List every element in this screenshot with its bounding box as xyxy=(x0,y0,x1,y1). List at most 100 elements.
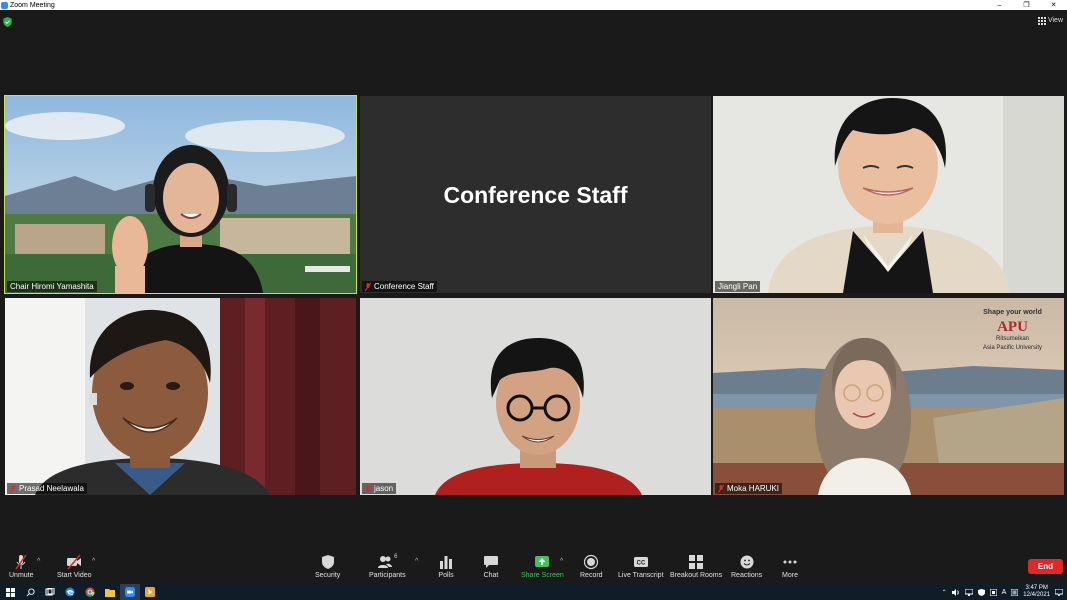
chat-button[interactable]: Chat xyxy=(483,554,499,579)
taskbar-clock[interactable]: 3:47 PM 12/4/2021 xyxy=(1023,585,1050,599)
participant-name-tag: Conference Staff xyxy=(362,281,437,292)
start-video-button[interactable]: Start Video xyxy=(57,554,92,579)
participant-name: jason xyxy=(374,484,394,493)
view-label: View xyxy=(1047,17,1063,24)
encryption-shield-icon[interactable] xyxy=(3,17,12,27)
participant-name-tag: Prasad Neelawala xyxy=(7,483,87,494)
end-meeting-button[interactable]: End xyxy=(1027,559,1063,574)
tray-app-icon[interactable] xyxy=(1011,588,1019,596)
closed-caption-icon: CC xyxy=(633,557,648,567)
video-feed xyxy=(5,96,356,293)
video-feed xyxy=(360,298,711,495)
share-options-caret[interactable]: ^ xyxy=(560,558,563,565)
taskbar-edge-button[interactable] xyxy=(60,584,80,600)
muted-mic-icon xyxy=(15,554,27,570)
participant-name: Chair Hiromi Yamashita xyxy=(10,282,94,291)
clock-time: 3:47 PM xyxy=(1025,585,1048,591)
more-label: More xyxy=(782,572,798,579)
video-options-caret[interactable]: ^ xyxy=(92,558,95,565)
search-icon xyxy=(26,587,35,596)
taskbar-zoom-button[interactable] xyxy=(120,584,140,600)
reactions-emoji-icon xyxy=(740,555,754,569)
close-button[interactable]: ✕ xyxy=(1040,1,1067,9)
restore-button[interactable]: ❐ xyxy=(1013,1,1040,9)
taskbar-media-player-button[interactable] xyxy=(140,584,160,600)
title-bar: Zoom Meeting – ❐ ✕ xyxy=(0,0,1067,10)
record-label: Record xyxy=(580,572,603,579)
polls-button[interactable]: Polls xyxy=(438,554,454,579)
task-view-icon xyxy=(45,588,55,596)
windows-taskbar: ⌃ A 3:47 PM 12/4/2021 xyxy=(0,584,1067,600)
taskbar-chrome-button[interactable] xyxy=(80,584,100,600)
more-dots-icon xyxy=(783,560,797,564)
live-transcript-label: Live Transcript xyxy=(618,572,664,579)
task-view-button[interactable] xyxy=(40,584,60,600)
system-tray: ⌃ A 3:47 PM 12/4/2021 xyxy=(942,584,1063,600)
network-icon[interactable] xyxy=(964,588,973,596)
university-name: Ritsumeikan xyxy=(995,336,1029,342)
participants-options-caret[interactable]: ^ xyxy=(415,558,418,565)
live-transcript-button[interactable]: CC Live Transcript xyxy=(618,554,664,579)
breakout-rooms-label: Breakout Rooms xyxy=(670,572,723,579)
shield-tray-icon[interactable] xyxy=(977,588,985,596)
edge-browser-icon xyxy=(65,587,75,597)
input-method-indicator[interactable]: A xyxy=(1002,589,1007,596)
share-screen-label: Share Screen xyxy=(521,572,564,579)
video-tile-prasad[interactable]: Prasad Neelawala xyxy=(5,298,356,495)
grid-view-icon xyxy=(1037,17,1046,25)
zoom-app-icon xyxy=(125,587,135,597)
folder-icon xyxy=(105,588,115,597)
participant-display-name: Conference Staff xyxy=(443,182,628,208)
chat-icon xyxy=(484,556,498,568)
view-button[interactable]: View xyxy=(1037,17,1063,25)
video-tile-conference-staff[interactable]: Conference Staff Conference Staff xyxy=(360,96,711,293)
share-screen-icon xyxy=(535,556,550,567)
video-tile-jason[interactable]: jason xyxy=(360,298,711,495)
video-feed xyxy=(5,298,356,495)
record-icon xyxy=(584,554,599,570)
shield-icon xyxy=(321,555,334,569)
taskbar-file-explorer-button[interactable] xyxy=(100,584,120,600)
security-label: Security xyxy=(315,572,341,579)
university-name-line2: Asia Pacific University xyxy=(982,345,1042,351)
unmute-label: Unmute xyxy=(9,572,34,579)
more-button[interactable]: More xyxy=(782,554,798,579)
security-button[interactable]: Security xyxy=(315,554,340,579)
tray-overflow-chevron-icon[interactable]: ⌃ xyxy=(942,589,947,596)
participant-name-tag: jason xyxy=(362,483,397,494)
meeting-toolbar: Unmute ^ Start Video ^ Security 6 Partic… xyxy=(0,547,1067,584)
muted-mic-icon xyxy=(365,484,371,493)
window-title: Zoom Meeting xyxy=(10,1,55,9)
participants-icon-group: 6 xyxy=(377,554,397,572)
taskbar-search-button[interactable] xyxy=(20,584,40,600)
zoom-app-icon xyxy=(1,1,8,9)
unmute-button[interactable]: Unmute xyxy=(9,554,34,579)
participants-icon xyxy=(378,556,393,568)
video-tile-jiangli[interactable]: Jiangli Pan xyxy=(713,96,1064,293)
video-tile-moka[interactable]: Shape your world APU Ritsumeikan Asia Pa… xyxy=(713,298,1064,495)
record-button[interactable]: Record xyxy=(580,554,603,579)
participant-name: Conference Staff xyxy=(374,282,434,291)
volume-icon[interactable] xyxy=(951,588,960,596)
chat-label: Chat xyxy=(483,572,499,579)
muted-mic-icon xyxy=(718,484,724,493)
branding-tagline: Shape your world xyxy=(983,309,1042,316)
minimize-button[interactable]: – xyxy=(986,2,1013,9)
meeting-area: View Chair Hiromi Yamashita Conference S… xyxy=(0,10,1067,547)
breakout-rooms-icon xyxy=(689,555,704,569)
participants-button[interactable]: 6 Participants xyxy=(369,554,406,579)
svg-text:CC: CC xyxy=(636,561,645,567)
audio-options-caret[interactable]: ^ xyxy=(37,558,40,565)
share-screen-button[interactable]: Share Screen xyxy=(521,554,564,579)
video-tile-hiromi[interactable]: Chair Hiromi Yamashita xyxy=(4,95,357,294)
security-tray-icon[interactable] xyxy=(989,588,997,596)
polls-label: Polls xyxy=(438,572,454,579)
reactions-button[interactable]: Reactions xyxy=(731,554,762,579)
participant-name: Moka HARUKI xyxy=(727,484,780,493)
notifications-icon[interactable] xyxy=(1055,588,1063,596)
breakout-rooms-button[interactable]: Breakout Rooms xyxy=(670,554,722,579)
windows-start-button[interactable] xyxy=(0,584,20,600)
start-video-label: Start Video xyxy=(57,572,92,579)
muted-mic-icon xyxy=(365,282,371,291)
chrome-browser-icon xyxy=(85,587,95,597)
